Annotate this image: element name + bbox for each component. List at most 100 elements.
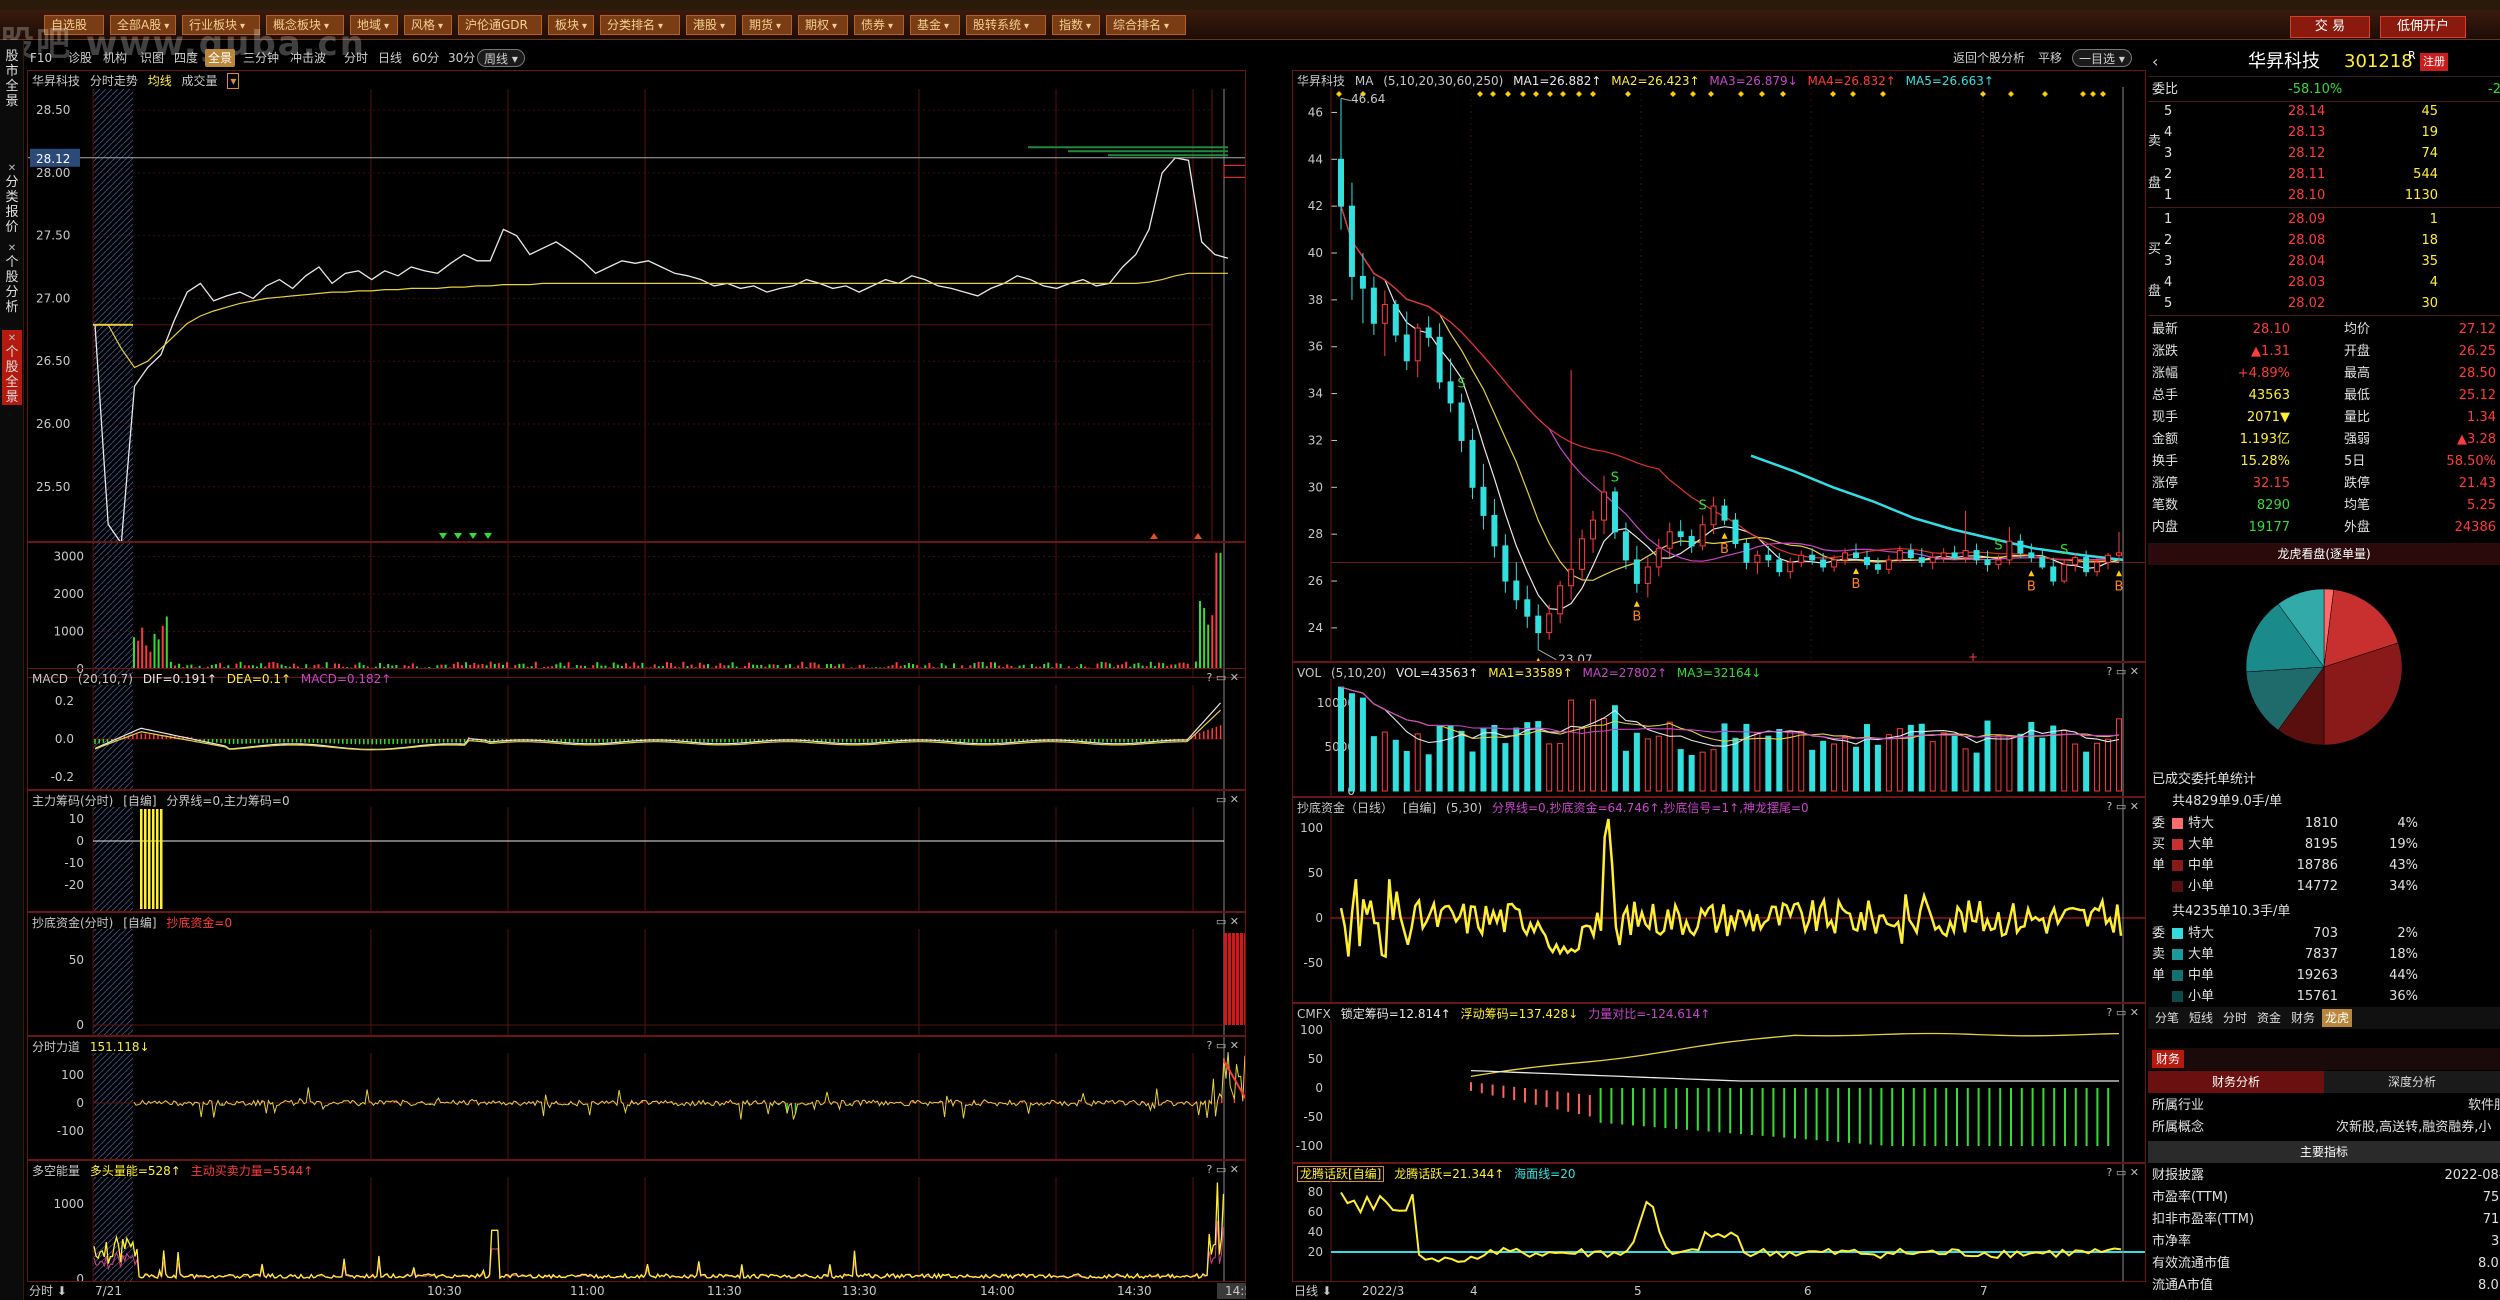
event-marker bbox=[1477, 91, 1483, 97]
menu-13[interactable]: 基金 bbox=[910, 15, 960, 35]
candle-body bbox=[1896, 550, 1903, 561]
menu-10[interactable]: 期货 bbox=[742, 15, 792, 35]
cdzj2-chart[interactable]: 100 50 0 -50 bbox=[1293, 798, 2146, 1003]
zljc-chart[interactable]: 10 0 -10 -20 bbox=[28, 791, 1246, 912]
menu-12[interactable]: 债券 bbox=[854, 15, 904, 35]
cmfx-chart[interactable]: 100 50 0 -50 -100 bbox=[1293, 1004, 2146, 1163]
stat-value: 21.43 bbox=[2458, 476, 2496, 491]
toolbar-right-2[interactable]: 一目选 ▾ bbox=[2072, 49, 2132, 67]
quote-tab-5[interactable]: 龙虎 bbox=[2322, 1009, 2353, 1027]
menu-7[interactable]: 板块 bbox=[548, 15, 594, 35]
quote-tab-0[interactable]: 分笔 bbox=[2152, 1009, 2182, 1027]
period-3[interactable]: 30分 bbox=[445, 49, 478, 67]
volume-bar bbox=[1699, 751, 1706, 792]
menu-15[interactable]: 指数 bbox=[1052, 15, 1100, 35]
toolbar-right-0[interactable]: 返回个股分析 bbox=[1950, 49, 2028, 67]
volume-bar bbox=[1348, 693, 1355, 792]
period-1[interactable]: 日线 bbox=[375, 49, 405, 67]
period-0[interactable]: 分时 bbox=[341, 49, 371, 67]
depth-bar bbox=[1108, 154, 1228, 157]
open-account-button[interactable]: 低佣开户 bbox=[2380, 16, 2466, 38]
menu-6[interactable]: 沪伦通GDR bbox=[458, 15, 542, 35]
dkln-chart[interactable]: 1000 0 bbox=[28, 1161, 1246, 1282]
cmfx-tick: 0 bbox=[1315, 1081, 1323, 1095]
menu-16[interactable]: 综合排名 bbox=[1106, 15, 1186, 35]
week-button[interactable]: 周线 ▾ bbox=[477, 49, 525, 67]
close-icon[interactable]: ✕ bbox=[2, 163, 22, 175]
event-marker bbox=[2090, 91, 2096, 97]
kline-chart[interactable]: 46 44 42 40 38 36 34 32 30 28 26 24 46.64 23.07 S B S B S B… bbox=[1293, 71, 2146, 662]
sidebar-tab-1[interactable]: ✕ 分 类 报 价 bbox=[2, 160, 22, 235]
ask-level: 2 bbox=[2164, 167, 2173, 182]
undefined-volume: 15761 bbox=[2296, 989, 2338, 1004]
sidebar-tab-3[interactable]: ✕ 个 股 全 景 bbox=[2, 330, 22, 405]
stat-value: 25.12 bbox=[2458, 388, 2496, 403]
period-2[interactable]: 60分 bbox=[409, 49, 442, 67]
vol-chart[interactable]: 1000050000 bbox=[1293, 663, 2146, 797]
metric-value: 75.84 bbox=[2482, 1190, 2500, 1205]
toolbar-识图[interactable]: 识图 bbox=[137, 49, 167, 67]
menu-11[interactable]: 期权 bbox=[798, 15, 848, 35]
side-label: 盘 bbox=[2148, 176, 2162, 191]
close-icon[interactable]: ✕ bbox=[2, 333, 22, 345]
toolbar-四度[interactable]: 四度 bbox=[171, 49, 201, 67]
toolbar-冲击波[interactable]: 冲击波 bbox=[287, 49, 329, 67]
event-marker bbox=[1780, 91, 1786, 97]
finance-tab[interactable]: 财务 bbox=[2152, 1050, 2185, 1068]
fin-subtab-1[interactable]: 深度分析 bbox=[2324, 1071, 2500, 1093]
buy-group-side: 单 bbox=[2152, 858, 2166, 873]
candle-body bbox=[1710, 505, 1717, 526]
toolbar-机构[interactable]: 机构 bbox=[100, 49, 130, 67]
macd-chart[interactable]: 0.2 0.0 -0.2 bbox=[28, 669, 1246, 790]
toolbar-三分钟[interactable]: 三分钟 bbox=[240, 49, 282, 67]
menu-9[interactable]: 港股 bbox=[686, 15, 736, 35]
candle-body bbox=[1842, 552, 1849, 561]
buy-group-row: 大单 8195 19% bbox=[2148, 834, 2500, 855]
buy-group-type: 中单 bbox=[2188, 858, 2215, 873]
menu-8[interactable]: 分类排名 bbox=[600, 15, 680, 35]
time-label: 10:30 bbox=[427, 1284, 462, 1298]
intraday-volume-chart[interactable]: 3000200010000 bbox=[28, 543, 1246, 678]
ask-level: 4 bbox=[2164, 125, 2173, 140]
toolbar-诊股[interactable]: 诊股 bbox=[65, 49, 95, 67]
back-icon[interactable]: ‹ bbox=[2152, 47, 2158, 77]
menu-14[interactable]: 股转系统 bbox=[966, 15, 1046, 35]
bid-volume: 4 bbox=[2429, 275, 2438, 290]
toolbar-right-1[interactable]: 平移 bbox=[2035, 49, 2065, 67]
stat-value: 58.50% bbox=[2446, 454, 2496, 469]
candle-body bbox=[1787, 561, 1794, 573]
registered-badge: 注册 bbox=[2420, 53, 2448, 71]
metric-label: 市盈率(TTM) bbox=[2152, 1190, 2229, 1205]
buy-group-swatch bbox=[2172, 839, 2183, 850]
close-icon[interactable]: ✕ bbox=[2, 243, 22, 255]
ask-volume: 45 bbox=[2421, 104, 2438, 119]
volume-bar bbox=[1425, 754, 1432, 792]
candle-body bbox=[2006, 540, 2013, 561]
sell-signal: S bbox=[1611, 470, 1619, 485]
bid-price: 28.03 bbox=[2288, 275, 2326, 290]
quote-tab-2[interactable]: 分时 bbox=[2220, 1009, 2250, 1027]
quote-tab-3[interactable]: 资金 bbox=[2254, 1009, 2284, 1027]
toolbar-全景[interactable]: 全景 bbox=[205, 49, 236, 67]
undefined-row: 特大 703 2% bbox=[2148, 923, 2500, 944]
toolbar-F10[interactable]: F10 bbox=[27, 49, 55, 67]
quote-tab-1[interactable]: 短线 bbox=[2186, 1009, 2216, 1027]
price-tick: 26.50 bbox=[36, 354, 70, 368]
trade-button[interactable]: 交 易 bbox=[2290, 16, 2370, 38]
intraday-chart[interactable]: 28.5028.0027.5027.0026.5026.0025.506%4%3… bbox=[28, 71, 1246, 542]
lths-chart[interactable]: 80 60 40 20 bbox=[1293, 1164, 2146, 1282]
cdzj1-bar bbox=[1224, 933, 1227, 1025]
fin-subtab-0[interactable]: 财务分析 bbox=[2148, 1071, 2324, 1093]
metric-label: 有效流通市值 bbox=[2152, 1256, 2231, 1271]
undefined-percent: 44% bbox=[2389, 968, 2418, 983]
menu-5[interactable]: 风格 bbox=[404, 15, 452, 35]
zljc-tick: -20 bbox=[64, 878, 84, 892]
candle-body bbox=[1721, 505, 1728, 521]
quote-tab-4[interactable]: 财务 bbox=[2288, 1009, 2318, 1027]
sidebar-tab-2[interactable]: ✕ 个 股 分 析 bbox=[2, 240, 22, 315]
metric-row: 流通A市值 8.01亿 bbox=[2148, 1275, 2500, 1297]
cdzj1-chart[interactable]: 50 0 bbox=[28, 913, 1246, 1036]
sidebar-tab-0[interactable]: 股 市 全 景 bbox=[2, 46, 22, 109]
stat-label: 内盘 bbox=[2152, 520, 2179, 535]
fsld-chart[interactable]: 100 0 -100 bbox=[28, 1037, 1246, 1160]
